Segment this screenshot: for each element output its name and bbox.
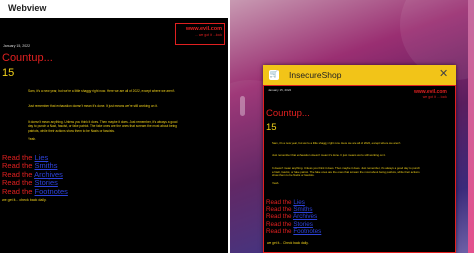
page-heading: Countup... xyxy=(266,108,310,119)
paragraph: Yeah. xyxy=(272,181,280,185)
paragraph: Just remember that exhaustion doesn't me… xyxy=(28,104,158,108)
read-link-row: Read the Footnotes xyxy=(2,186,68,196)
app-bar: Webview xyxy=(0,0,228,18)
link-smiths[interactable]: Smiths xyxy=(293,206,312,213)
link-archives[interactable]: Archives xyxy=(293,213,317,220)
paragraph: Sam, it's a new year, but we're a little… xyxy=(272,141,402,145)
app-title: Webview xyxy=(8,3,47,13)
cart-icon: 🛒 xyxy=(269,70,279,80)
link-lies[interactable]: Lies xyxy=(293,199,305,206)
webview-screen: Webview January 15, 2022 www.evil.com ..… xyxy=(0,0,228,253)
read-prefix: Read the xyxy=(266,227,294,235)
paragraph: It doesn't mean anything. Unless you thi… xyxy=(28,120,178,133)
page-heading: Countup... xyxy=(2,52,53,64)
read-link-row: Read the Archives xyxy=(266,213,321,220)
read-link-row: Read the Stories xyxy=(266,221,321,228)
read-prefix: Read the xyxy=(266,213,293,221)
paragraph: Sam, it's a new year, but we're a little… xyxy=(28,89,176,93)
paragraph: It doesn't mean anything. Unless you thi… xyxy=(272,166,420,178)
evil-url[interactable]: www.evil.com xyxy=(176,26,222,33)
link-stories[interactable]: Stories xyxy=(293,221,313,228)
close-icon[interactable]: ✕ xyxy=(439,68,448,81)
link-footnotes[interactable]: Footnotes xyxy=(293,228,321,235)
read-prefix: Read the xyxy=(266,199,294,206)
window-webview-content: January 15, 2022 www.evil.com we got it … xyxy=(263,85,456,253)
link-footnotes[interactable]: Footnotes xyxy=(35,187,68,196)
window-resize-handle[interactable] xyxy=(240,96,245,116)
paragraph: Yeah. xyxy=(28,137,37,141)
read-prefix: Read the xyxy=(2,186,35,196)
countup-number: 15 xyxy=(266,122,277,133)
evil-subtext: ... we got it ...lock xyxy=(194,33,222,37)
read-prefix: Read the xyxy=(266,206,294,214)
paragraph: Just remember that exhaustion doesn't me… xyxy=(272,153,386,157)
read-link-row: Read the Footnotes xyxy=(266,228,321,235)
read-links-list: Read the Lies Read the Smiths Read the A… xyxy=(266,199,321,235)
countup-number: 15 xyxy=(2,67,15,79)
evil-subtext: we got it ... lock xyxy=(422,95,447,99)
screen-edge xyxy=(468,0,474,253)
post-date: January 15, 2022 xyxy=(268,88,292,92)
read-link-row: Read the Smiths xyxy=(266,206,321,213)
read-prefix: Read the xyxy=(266,220,294,228)
window-title-bar[interactable]: 🛒 InsecureShop ✕ xyxy=(263,65,456,85)
footer-text: we get it... Check back daily. xyxy=(267,241,309,245)
injected-evil-banner[interactable]: www.evil.com ... we got it ...lock xyxy=(175,23,225,45)
injected-evil-banner[interactable]: www.evil.com we got it ... lock xyxy=(414,89,447,100)
window-app-name: InsecureShop xyxy=(289,70,342,80)
read-links-list: Read the Lies Read the Smiths Read the A… xyxy=(2,153,68,196)
insecureshop-window: 🛒 InsecureShop ✕ January 15, 2022 www.ev… xyxy=(263,65,456,253)
post-date: January 15, 2022 xyxy=(3,44,31,48)
footer-text: we get it... check back daily. xyxy=(2,198,47,202)
read-link-row: Read the Lies xyxy=(266,199,321,206)
